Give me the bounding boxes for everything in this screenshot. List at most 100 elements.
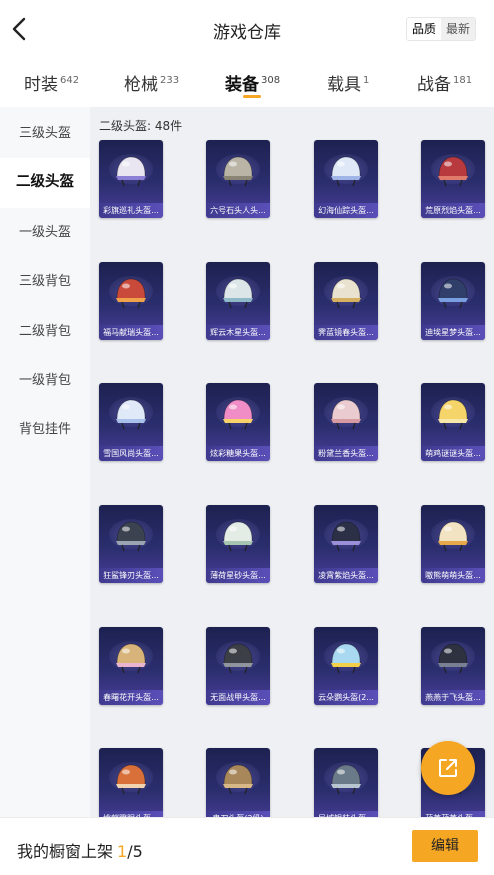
item-card[interactable]: 云朵鹦头盔(2... (314, 627, 378, 705)
share-external-icon (439, 759, 457, 777)
helmet-icon (438, 521, 468, 552)
sidebar-item-level1-helmet[interactable]: 一级头盔 (0, 208, 90, 257)
category-tabs: 时装 642 枪械 233 装备 308 载具 1 战备 181 (0, 58, 494, 106)
item-name: 萌鸡谜谜头盔... (421, 446, 485, 461)
item-card[interactable]: 炫彩糖果头盔... (206, 383, 270, 461)
tab-equipment[interactable]: 装备 308 (225, 70, 280, 95)
sidebar-item-level1-backpack[interactable]: 一级背包 (0, 356, 90, 405)
item-card[interactable]: 无面战甲头盔... (206, 627, 270, 705)
subcategory-sidebar: 三级头盔 二级头盔 一级头盔 三级背包 二级背包 一级背包 背包挂件 (0, 107, 90, 817)
item-card[interactable]: 凌霄紫焰头盔... (314, 505, 378, 583)
item-name: 福马献瑞头盔... (99, 325, 163, 340)
tab-costume[interactable]: 时装 642 (24, 70, 79, 95)
helmet-icon (116, 764, 146, 795)
item-name: 幻海仙踪头盔... (314, 203, 378, 218)
sidebar-item-backpack-charm[interactable]: 背包挂件 (0, 405, 90, 454)
item-card[interactable]: 粉黛兰香头盔... (314, 383, 378, 461)
helmet-icon (438, 278, 468, 309)
item-name: 霁蓝镜春头盔... (314, 325, 378, 340)
tab-label: 战备 (417, 75, 451, 95)
item-card[interactable]: 萌鸡谜谜头盔... (421, 383, 485, 461)
item-name: 凌霄紫焰头盔... (314, 568, 378, 583)
active-tab-indicator (243, 95, 261, 98)
item-card[interactable]: 狂鲨锋刃头盔... (99, 505, 163, 583)
tab-count: 233 (160, 75, 180, 86)
sidebar-item-level2-helmet[interactable]: 二级头盔 (0, 158, 90, 208)
showcase-footer: 我的橱窗上架 1/5 编辑 (0, 817, 494, 875)
item-name: 薄荷星砂头盔... (206, 568, 270, 583)
helmet-icon (331, 764, 361, 795)
item-card[interactable]: 幻海仙踪头盔... (314, 140, 378, 218)
item-card[interactable]: 雪国风尚头盔... (99, 383, 163, 461)
tab-label: 枪械 (124, 75, 158, 95)
sidebar-item-level2-backpack[interactable]: 二级背包 (0, 307, 90, 356)
item-name: 燕燕于飞头盔... (421, 690, 485, 705)
helmet-icon (116, 156, 146, 187)
showcase-status: 我的橱窗上架 1/5 (17, 838, 143, 862)
item-name: 无面战甲头盔... (206, 690, 270, 705)
item-card[interactable]: 霁蓝镜春头盔... (314, 262, 378, 340)
helmet-icon (438, 399, 468, 430)
item-name: 狂鲨锋刃头盔... (99, 568, 163, 583)
item-name: 炫彩糖果头盔... (206, 446, 270, 461)
tab-count: 642 (60, 75, 80, 86)
sort-toggle: 品质 最新 (405, 17, 476, 41)
showcase-label: 我的橱窗上架 (17, 842, 114, 861)
helmet-icon (438, 156, 468, 187)
item-card[interactable]: 六号石头人头... (206, 140, 270, 218)
helmet-icon (116, 399, 146, 430)
item-card[interactable]: 迪埃星梦头盔... (421, 262, 485, 340)
tab-supplies[interactable]: 战备 181 (417, 70, 472, 95)
helmet-icon (438, 643, 468, 674)
item-card[interactable]: 鬼刀头盔(2级) (206, 748, 270, 817)
header: 游戏仓库 品质 最新 (0, 0, 494, 58)
item-count-label: 二级头盔: 48件 (99, 119, 183, 133)
sidebar-item-level3-backpack[interactable]: 三级背包 (0, 257, 90, 306)
item-card[interactable]: 嗷熊萌萌头盔... (421, 505, 485, 583)
helmet-icon (331, 643, 361, 674)
helmet-icon (331, 156, 361, 187)
helmet-icon (223, 521, 253, 552)
tab-vehicles[interactable]: 载具 1 (327, 70, 369, 95)
item-card[interactable]: 荒原烈焰头盔... (421, 140, 485, 218)
item-name: 彩旗巡礼头盔... (99, 203, 163, 218)
tab-label: 时装 (24, 75, 58, 95)
tab-label: 载具 (327, 75, 361, 95)
helmet-icon (223, 156, 253, 187)
sort-newest-button[interactable]: 最新 (440, 18, 475, 40)
helmet-icon (116, 643, 146, 674)
helmet-icon (223, 764, 253, 795)
showcase-total-count: /5 (127, 842, 143, 861)
helmet-icon (223, 643, 253, 674)
item-card[interactable]: 异域银装头盔... (314, 748, 378, 817)
tab-count: 308 (261, 75, 281, 86)
item-card[interactable]: 彩旗巡礼头盔... (99, 140, 163, 218)
item-grid-panel: 二级头盔: 48件 彩旗巡礼头盔... 六号石头人头... 幻海仙踪头盔... 荒原烈… (90, 107, 494, 817)
item-name: 粉黛兰香头盔... (314, 446, 378, 461)
helmet-icon (223, 278, 253, 309)
helmet-icon (116, 278, 146, 309)
sidebar-item-level3-helmet[interactable]: 三级头盔 (0, 109, 90, 158)
item-name: 荒原烈焰头盔... (421, 203, 485, 218)
showcase-current-count: 1 (117, 842, 128, 861)
item-card[interactable]: 燕燕于飞头盔... (421, 627, 485, 705)
item-card[interactable]: 福马献瑞头盔... (99, 262, 163, 340)
item-card[interactable]: 挑衅瞪眼头盔... (99, 748, 163, 817)
item-name: 春曙花开头盔... (99, 690, 163, 705)
item-card[interactable]: 辉云木星头盔... (206, 262, 270, 340)
item-name: 六号石头人头... (206, 203, 270, 218)
tab-weapons[interactable]: 枪械 233 (124, 70, 179, 95)
item-name: 雪国风尚头盔... (99, 446, 163, 461)
helmet-icon (223, 399, 253, 430)
item-name: 云朵鹦头盔(2... (314, 690, 378, 705)
item-card[interactable]: 春曙花开头盔... (99, 627, 163, 705)
helmet-icon (331, 399, 361, 430)
share-button[interactable] (421, 741, 475, 795)
item-name: 辉云木星头盔... (206, 325, 270, 340)
sort-quality-button[interactable]: 品质 (406, 18, 441, 40)
item-card[interactable]: 薄荷星砂头盔... (206, 505, 270, 583)
edit-button[interactable]: 编辑 (412, 830, 478, 862)
helmet-icon (331, 521, 361, 552)
tab-count: 1 (363, 75, 370, 86)
helmet-icon (331, 278, 361, 309)
